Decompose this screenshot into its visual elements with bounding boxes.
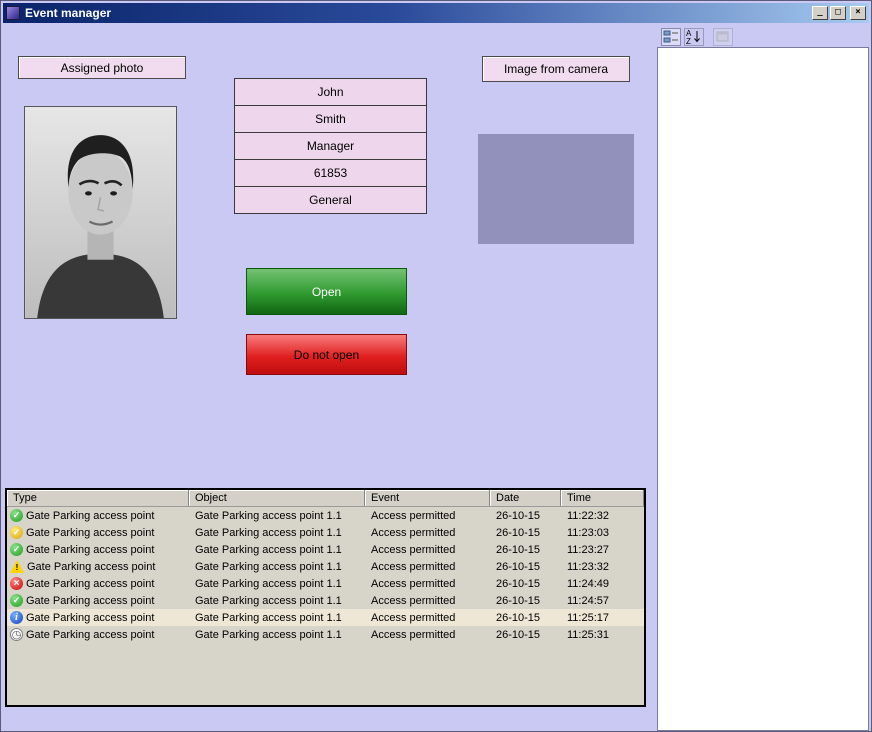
event-date: 26-10-15: [490, 544, 561, 556]
event-time: 11:23:32: [561, 561, 644, 573]
department-field: General: [234, 186, 427, 214]
minimize-button[interactable]: _: [812, 6, 828, 20]
portrait-illustration: [25, 107, 176, 318]
event-manager-window: Event manager _ □ × Assigned photo Image…: [0, 0, 872, 732]
position-field: Manager: [234, 132, 427, 160]
event-type-icon: [10, 543, 23, 556]
event-row[interactable]: Gate Parking access point Gate Parking a…: [7, 524, 644, 541]
svg-text:Z: Z: [686, 37, 691, 45]
event-object: Gate Parking access point 1.1: [189, 629, 365, 641]
event-name: Access permitted: [365, 527, 490, 539]
property-grid-toolbar: A Z: [661, 28, 733, 46]
table-header: Type Object Event Date Time: [7, 490, 644, 507]
event-name: Access permitted: [365, 510, 490, 522]
event-name: Access permitted: [365, 561, 490, 573]
event-row[interactable]: Gate Parking access point Gate Parking a…: [7, 626, 644, 643]
first-name-field: John: [234, 78, 427, 106]
categorized-icon[interactable]: [661, 28, 681, 46]
column-header-event[interactable]: Event: [365, 490, 490, 506]
event-object: Gate Parking access point 1.1: [189, 510, 365, 522]
event-object: Gate Parking access point 1.1: [189, 595, 365, 607]
event-name: Access permitted: [365, 578, 490, 590]
card-number-field: 61853: [234, 159, 427, 187]
maximize-button[interactable]: □: [830, 6, 846, 20]
event-type-text: Gate Parking access point: [27, 561, 155, 573]
event-row[interactable]: Gate Parking access point Gate Parking a…: [7, 541, 644, 558]
event-time: 11:24:49: [561, 578, 644, 590]
person-info-fields: John Smith Manager 61853 General: [234, 78, 427, 214]
event-date: 26-10-15: [490, 629, 561, 641]
assigned-photo-button[interactable]: Assigned photo: [18, 56, 186, 79]
event-type-icon: [10, 560, 24, 573]
camera-image-placeholder: [478, 134, 634, 244]
event-name: Access permitted: [365, 544, 490, 556]
event-date: 26-10-15: [490, 612, 561, 624]
property-pages-icon: [713, 28, 733, 46]
table-body: Gate Parking access point Gate Parking a…: [7, 507, 644, 643]
event-date: 26-10-15: [490, 561, 561, 573]
event-time: 11:25:31: [561, 629, 644, 641]
event-row[interactable]: Gate Parking access point Gate Parking a…: [7, 609, 644, 626]
column-header-type[interactable]: Type: [7, 490, 189, 506]
event-type-icon: [10, 628, 23, 641]
event-log-table: Type Object Event Date Time Gate Parking…: [5, 488, 646, 707]
event-type-icon: [10, 509, 23, 522]
event-row[interactable]: Gate Parking access point Gate Parking a…: [7, 558, 644, 575]
event-date: 26-10-15: [490, 527, 561, 539]
event-date: 26-10-15: [490, 595, 561, 607]
event-row[interactable]: Gate Parking access point Gate Parking a…: [7, 575, 644, 592]
event-type-text: Gate Parking access point: [26, 544, 154, 556]
event-date: 26-10-15: [490, 510, 561, 522]
event-name: Access permitted: [365, 595, 490, 607]
event-type-text: Gate Parking access point: [26, 510, 154, 522]
event-type-text: Gate Parking access point: [26, 578, 154, 590]
event-object: Gate Parking access point 1.1: [189, 561, 365, 573]
event-date: 26-10-15: [490, 578, 561, 590]
event-object: Gate Parking access point 1.1: [189, 527, 365, 539]
event-object: Gate Parking access point 1.1: [189, 544, 365, 556]
do-not-open-button[interactable]: Do not open: [246, 334, 407, 375]
event-time: 11:25:17: [561, 612, 644, 624]
event-time: 11:24:57: [561, 595, 644, 607]
column-header-date[interactable]: Date: [490, 490, 561, 506]
title-bar[interactable]: Event manager _ □ ×: [3, 3, 869, 23]
event-time: 11:23:03: [561, 527, 644, 539]
event-type-text: Gate Parking access point: [26, 595, 154, 607]
event-time: 11:23:27: [561, 544, 644, 556]
event-type-text: Gate Parking access point: [26, 629, 154, 641]
sort-alphabetical-icon[interactable]: A Z: [684, 28, 704, 46]
event-time: 11:22:32: [561, 510, 644, 522]
event-type-text: Gate Parking access point: [26, 612, 154, 624]
assigned-photo-image: [24, 106, 177, 319]
image-from-camera-button[interactable]: Image from camera: [482, 56, 630, 82]
event-name: Access permitted: [365, 629, 490, 641]
event-type-icon: [10, 594, 23, 607]
event-type-text: Gate Parking access point: [26, 527, 154, 539]
event-type-icon: [10, 611, 23, 624]
event-object: Gate Parking access point 1.1: [189, 578, 365, 590]
event-object: Gate Parking access point 1.1: [189, 612, 365, 624]
window-controls: _ □ ×: [812, 6, 866, 20]
column-header-object[interactable]: Object: [189, 490, 365, 506]
column-header-time[interactable]: Time: [561, 490, 644, 506]
event-type-icon: [10, 526, 23, 539]
window-title: Event manager: [25, 6, 111, 20]
app-icon: [6, 6, 20, 20]
close-button[interactable]: ×: [850, 6, 866, 20]
open-button[interactable]: Open: [246, 268, 407, 315]
event-type-icon: [10, 577, 23, 590]
property-grid-panel[interactable]: [657, 47, 869, 731]
last-name-field: Smith: [234, 105, 427, 133]
event-name: Access permitted: [365, 612, 490, 624]
event-row[interactable]: Gate Parking access point Gate Parking a…: [7, 507, 644, 524]
event-row[interactable]: Gate Parking access point Gate Parking a…: [7, 592, 644, 609]
